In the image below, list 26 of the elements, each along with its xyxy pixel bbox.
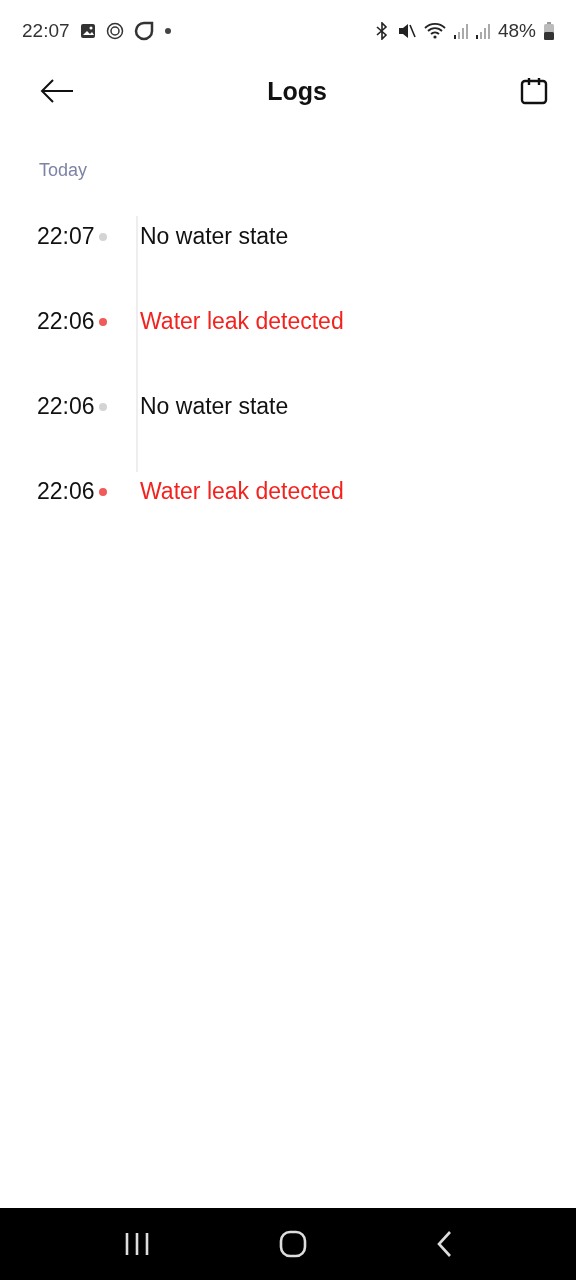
status-time: 22:07 (22, 20, 70, 42)
wifi-icon (423, 22, 446, 40)
log-time: 22:07 (36, 223, 96, 250)
calendar-icon[interactable] (520, 77, 548, 105)
log-time: 22:06 (36, 393, 96, 420)
dot-icon (163, 27, 172, 35)
battery-icon (544, 22, 554, 40)
log-event: Water leak detected (140, 308, 344, 335)
mute-icon (397, 22, 416, 40)
recents-icon[interactable] (124, 1232, 151, 1256)
log-time: 22:06 (36, 478, 96, 505)
signal-icon (453, 23, 468, 39)
nav-back-icon[interactable] (435, 1230, 452, 1258)
sync-icon (105, 22, 124, 40)
signal-icon (475, 23, 490, 39)
page-title: Logs (267, 76, 327, 106)
log-time: 22:06 (36, 308, 96, 335)
gallery-icon (79, 23, 96, 39)
home-icon[interactable] (279, 1230, 307, 1258)
section-label: Today (38, 159, 89, 182)
log-event: No water state (140, 223, 289, 250)
log-event: Water leak detected (140, 478, 344, 505)
ring-icon (133, 21, 154, 41)
back-icon[interactable] (40, 78, 74, 104)
log-event: No water state (140, 393, 289, 420)
battery-percent: 48% (497, 20, 536, 42)
